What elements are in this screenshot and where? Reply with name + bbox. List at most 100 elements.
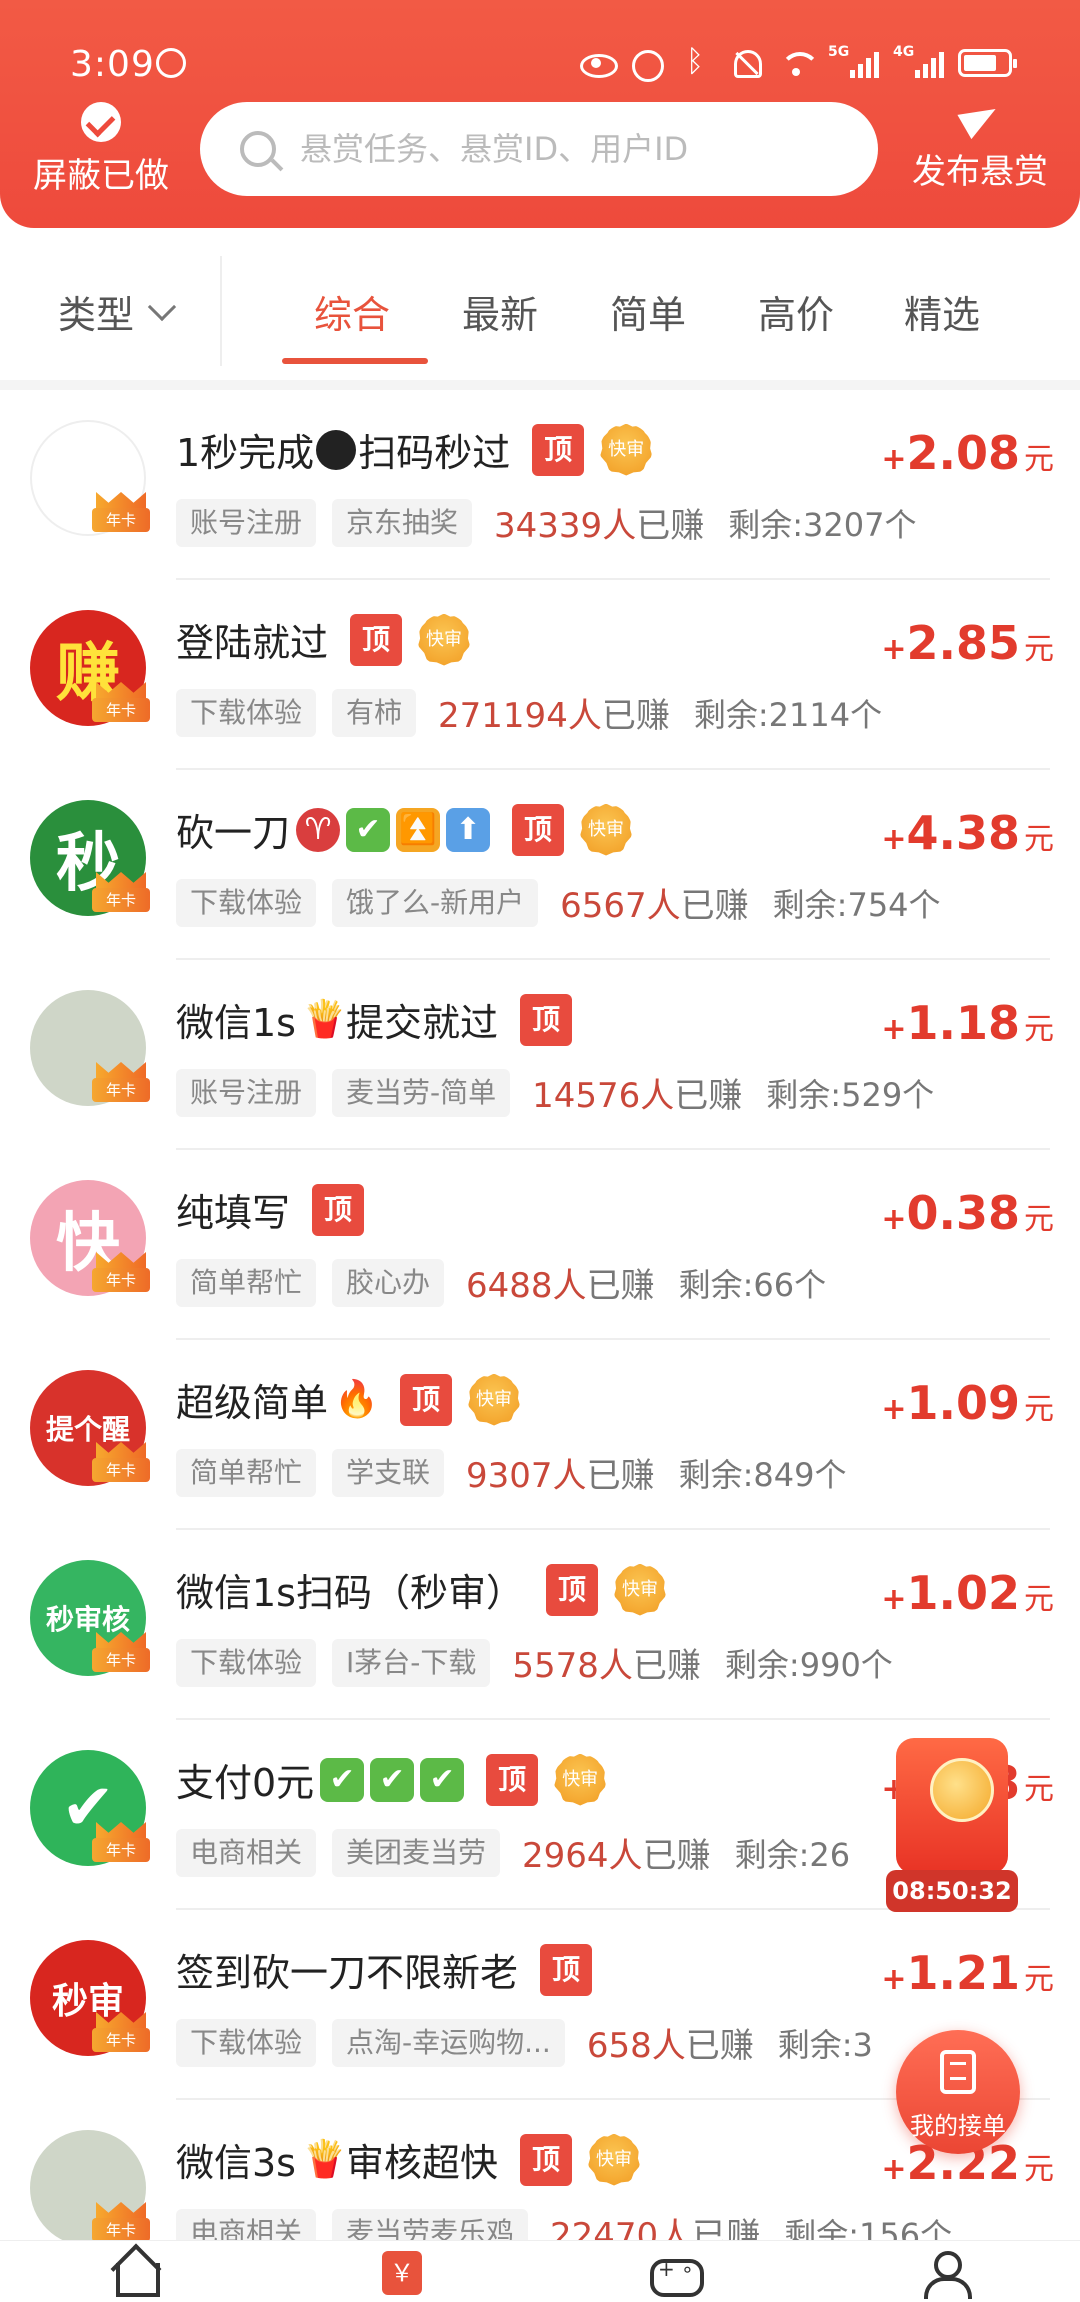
wifi-icon — [778, 48, 820, 78]
user-icon[interactable] — [920, 2251, 972, 2299]
member-badge: 年卡 — [92, 1268, 150, 1292]
document-icon — [940, 2050, 976, 2094]
task-title: 超级简单 — [176, 1381, 329, 1425]
price-unit: 元 — [1024, 442, 1054, 477]
task-row[interactable]: 年卡 微信1s 🍟 提交就过顶 +1.18 元 账号注册 麦当劳-简单 14576人已… — [0, 960, 1080, 1150]
price-plus: + — [881, 632, 907, 667]
earned-value: 6567人 — [560, 886, 681, 926]
earned-count: 271194人已赚 — [438, 688, 670, 737]
red-packet-widget[interactable]: 08:50:32 — [886, 1738, 1018, 1916]
remain-value: 3 — [852, 2025, 873, 2064]
price-plus: + — [881, 1582, 907, 1617]
coin-icon — [930, 1758, 994, 1822]
task-title: 支付0元 — [176, 1761, 315, 1805]
game-icon[interactable] — [650, 2251, 704, 2297]
remain-value: 990个 — [799, 1645, 893, 1684]
price-unit: 元 — [1024, 1582, 1054, 1617]
earned-suffix: 已赚 — [636, 506, 705, 546]
remaining-count: 剩余:2114个 — [694, 690, 882, 736]
task-title-suffix: 提交就过 — [345, 1001, 498, 1045]
top-badge: 顶 — [520, 2133, 572, 2186]
earned-value: 6488人 — [466, 1266, 587, 1306]
price-unit: 元 — [1024, 1012, 1054, 1047]
signal-icon: 5G — [828, 44, 879, 78]
task-price: +1.02 元 — [881, 1566, 1054, 1620]
remain-prefix: 剩余: — [734, 1835, 810, 1874]
tab-high-price[interactable]: 高价 — [758, 284, 834, 339]
task-row[interactable]: 秒审核 年卡 微信1s扫码（秒审） 顶快审 +1.02 元 下载体验 I茅台-下载 … — [0, 1530, 1080, 1720]
tab-featured[interactable]: 精选 — [904, 284, 980, 339]
task-title-suffix: 审核超快 — [345, 2141, 498, 2185]
task-row[interactable]: 提个醒 年卡 超级简单 🔥 顶快审 +1.09 元 简单帮忙 学支联 9307人已赚 … — [0, 1340, 1080, 1530]
task-title: 纯填写 — [176, 1191, 291, 1235]
task-price: +1.21 元 — [881, 1946, 1054, 2000]
task-meta: 简单帮忙 胶心办 6488人已赚 剩余:66个 — [176, 1258, 826, 1307]
price-unit: 元 — [1024, 632, 1054, 667]
hide-done-button[interactable]: 屏蔽已做 — [26, 102, 176, 197]
task-price: +2.08 元 — [881, 426, 1054, 480]
task-title-line: 微信3s 🍟 审核超快顶快审 — [176, 2132, 640, 2187]
check-circle-icon — [81, 102, 121, 142]
member-badge: 年卡 — [92, 888, 150, 912]
remain-value: 66个 — [753, 1265, 827, 1304]
task-meta: 账号注册 麦当劳-简单 14576人已赚 剩余:529个 — [176, 1068, 934, 1117]
mute-icon — [728, 48, 764, 78]
earned-count: 34339人已赚 — [494, 498, 704, 547]
aries-emoji-icon: ♈ — [296, 807, 341, 852]
send-icon — [958, 100, 1002, 140]
home-icon[interactable] — [110, 2251, 160, 2297]
reward-icon[interactable]: ￥ — [382, 2251, 422, 2295]
search-input[interactable] — [300, 130, 820, 168]
earned-suffix: 已赚 — [601, 696, 670, 736]
remaining-count: 剩余:3207个 — [728, 500, 916, 546]
brand-tag: 学支联 — [332, 1448, 445, 1497]
avatar: 年卡 — [30, 420, 150, 536]
tab-latest[interactable]: 最新 — [462, 284, 538, 339]
earned-count: 5578人已赚 — [512, 1638, 701, 1687]
earned-value: 9307人 — [466, 1456, 587, 1496]
task-row[interactable]: 快 年卡 纯填写顶 +0.38 元 简单帮忙 胶心办 6488人已赚 剩余:66个 — [0, 1150, 1080, 1340]
fast-review-badge: 快审 — [613, 1563, 666, 1616]
earned-value: 5578人 — [512, 1646, 633, 1686]
remaining-count: 剩余:66个 — [679, 1260, 827, 1306]
task-price: +1.09 元 — [881, 1376, 1054, 1430]
remain-prefix: 剩余: — [766, 1075, 842, 1114]
search-bar[interactable] — [200, 102, 878, 196]
red-packet-timer: 08:50:32 — [886, 1870, 1018, 1912]
crown-icon: 年卡 — [92, 1632, 150, 1674]
check-emoji-icon: ✔ — [420, 1757, 465, 1802]
task-row[interactable]: 年卡 1秒完成 扫码秒过顶快审 +2.08 元 账号注册 京东抽奖 34339人已赚… — [0, 390, 1080, 580]
crown-icon: 年卡 — [92, 2202, 150, 2244]
battery-icon — [958, 49, 1017, 77]
publish-label: 发布悬赏 — [912, 152, 1048, 192]
brand-tag: 有柿 — [332, 688, 417, 737]
remain-prefix: 剩余: — [728, 505, 803, 544]
member-badge: 年卡 — [92, 1458, 150, 1482]
task-title-suffix: 扫码秒过 — [358, 431, 511, 475]
type-dropdown[interactable]: 类型 — [58, 284, 177, 339]
earned-suffix: 已赚 — [685, 2026, 754, 2066]
task-title: 微信1s — [176, 1001, 296, 1045]
crown-icon: 年卡 — [92, 872, 150, 914]
brand-tag: 饿了么-新用户 — [332, 878, 539, 927]
earned-count: 6488人已赚 — [466, 1258, 655, 1307]
crown-icon: 年卡 — [92, 1252, 150, 1294]
remain-value: 2114个 — [768, 695, 883, 734]
fast-review-badge: 快审 — [600, 423, 653, 476]
up2-emoji-icon: ⏫ — [396, 807, 441, 852]
task-row[interactable]: 秒 年卡 砍一刀 ♈ ✔ ⏫ ⬆ 顶快审 +4.38 元 下载体验 饿了么-新用户 6567… — [0, 770, 1080, 960]
publish-reward-button[interactable]: 发布悬赏 — [900, 100, 1060, 193]
earned-value: 14576人 — [532, 1076, 675, 1116]
task-title: 签到砍一刀不限新老 — [176, 1951, 519, 1995]
tab-simple[interactable]: 简单 — [610, 284, 686, 339]
my-orders-button[interactable]: 我的接单 — [896, 2030, 1020, 2154]
task-row[interactable]: 赚 年卡 登陆就过顶快审 +2.85 元 下载体验 有柿 271194人已赚 剩余… — [0, 580, 1080, 770]
task-meta: 下载体验 有柿 271194人已赚 剩余:2114个 — [176, 688, 882, 737]
earned-count: 658人已赚 — [587, 2018, 754, 2067]
crown-icon: 年卡 — [92, 492, 150, 534]
category-tag: 电商相关 — [176, 1828, 317, 1877]
my-orders-label: 我的接单 — [910, 2112, 1006, 2140]
eye-icon — [578, 48, 618, 78]
tab-comprehensive[interactable]: 综合 — [314, 284, 390, 339]
task-price: +2.85 元 — [881, 616, 1054, 670]
